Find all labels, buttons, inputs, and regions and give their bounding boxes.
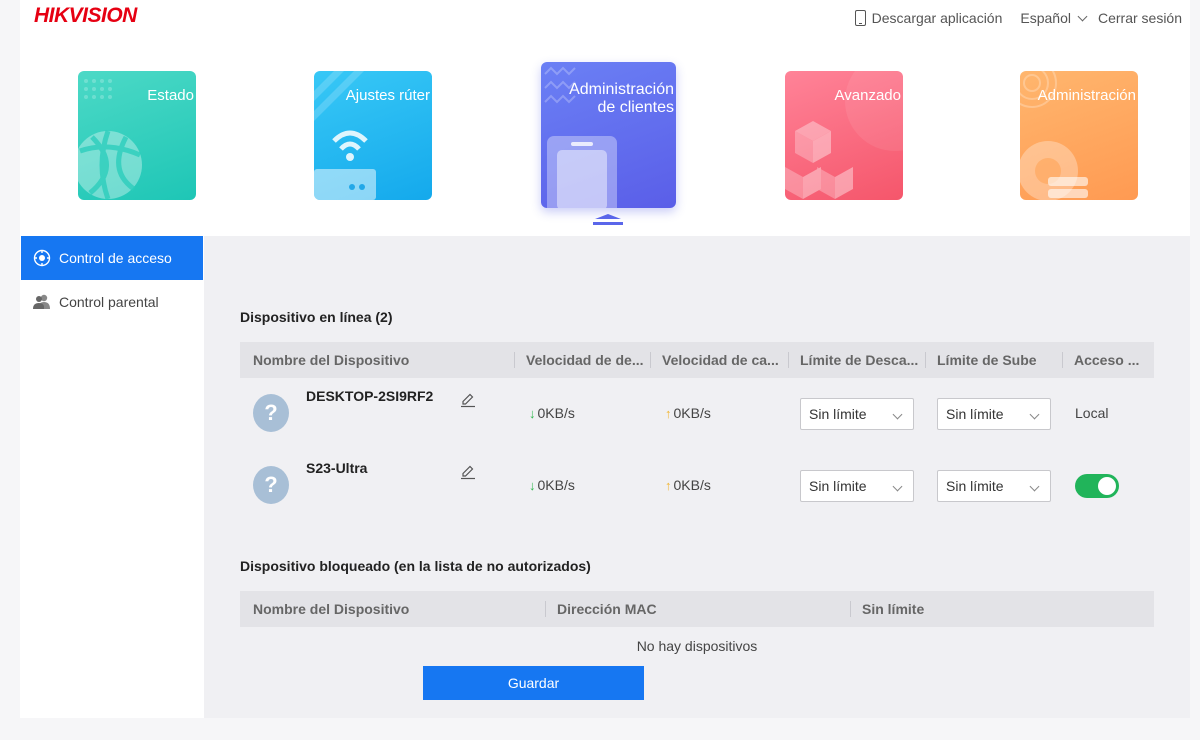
language-select[interactable]: Español bbox=[1020, 10, 1088, 26]
column-header: Sin límite bbox=[850, 591, 1154, 627]
upload-speed: ↑ 0KB/s bbox=[665, 405, 711, 421]
access-control-icon bbox=[33, 249, 51, 267]
tile-estado[interactable]: Estado bbox=[78, 71, 196, 200]
column-header: Nombre del Dispositivo bbox=[253, 601, 410, 617]
online-table-header: Nombre del Dispositivo Velocidad de de..… bbox=[240, 342, 1154, 378]
download-speed: ↓ 0KB/s bbox=[529, 405, 575, 421]
upload-speed: ↑ 0KB/s bbox=[665, 477, 711, 493]
column-header: Dirección MAC bbox=[545, 591, 850, 627]
tile-label: Administración bbox=[1037, 87, 1136, 104]
edit-pencil-icon[interactable] bbox=[460, 464, 476, 480]
tile-label: Avanzado bbox=[834, 87, 901, 104]
sidebar-item-label: Control parental bbox=[59, 294, 159, 310]
table-row: ? S23-Ultra ↓ 0KB/s ↑ 0KB/s Sin límite S… bbox=[240, 450, 1154, 522]
edit-pencil-icon[interactable] bbox=[460, 392, 476, 408]
language-label: Español bbox=[1020, 10, 1071, 26]
sidebar-item-control-parental[interactable]: Control parental bbox=[21, 280, 203, 324]
column-header: Velocidad de de... bbox=[514, 342, 650, 378]
sidebar-item-label: Control de acceso bbox=[59, 250, 172, 266]
upload-limit-select[interactable]: Sin límite bbox=[937, 398, 1051, 430]
download-app-label: Descargar aplicación bbox=[871, 10, 1003, 26]
parental-user-icon bbox=[33, 294, 50, 309]
arrow-down-icon: ↓ bbox=[529, 477, 536, 493]
tile-label: Estado bbox=[147, 87, 194, 104]
column-header: Límite de Sube bbox=[925, 342, 1062, 378]
logout-label: Cerrar sesión bbox=[1097, 10, 1182, 26]
chevron-down-icon bbox=[1029, 481, 1040, 492]
access-toggle[interactable] bbox=[1075, 474, 1119, 498]
top-links: Descargar aplicación Español Cerrar sesi… bbox=[854, 10, 1182, 26]
download-app-link[interactable]: Descargar aplicación bbox=[854, 10, 1003, 26]
unknown-device-icon: ? bbox=[253, 466, 289, 504]
blocked-table-header: Nombre del Dispositivo Dirección MAC Sin… bbox=[240, 591, 1154, 627]
router-admin-page: HIKVISION Descargar aplicación Español C… bbox=[20, 0, 1190, 718]
device-name: DESKTOP-2SI9RF2 bbox=[306, 388, 434, 404]
arrow-up-icon: ↑ bbox=[665, 405, 672, 421]
download-speed: ↓ 0KB/s bbox=[529, 477, 575, 493]
online-devices-title: Dispositivo en línea (2) bbox=[240, 309, 393, 325]
tile-ajustes-router[interactable]: Ajustes rúter bbox=[314, 71, 432, 200]
device-name: S23-Ultra bbox=[306, 460, 368, 476]
logout-link[interactable]: Cerrar sesión bbox=[1098, 10, 1182, 26]
tile-label: Administración de clientes bbox=[569, 81, 674, 116]
save-button[interactable]: Guardar bbox=[423, 666, 644, 700]
tile-avanzado[interactable]: Avanzado bbox=[785, 71, 903, 200]
tile-administracion[interactable]: Administración bbox=[1020, 71, 1138, 200]
column-header: Límite de Desca... bbox=[788, 342, 925, 378]
unknown-device-icon: ? bbox=[253, 394, 289, 432]
column-header: Velocidad de ca... bbox=[650, 342, 788, 378]
hikvision-logo: HIKVISION bbox=[34, 4, 137, 27]
arrow-up-icon: ↑ bbox=[665, 477, 672, 493]
phone-icon bbox=[854, 10, 866, 26]
main-panel: Dispositivo en línea (2) Nombre del Disp… bbox=[204, 236, 1190, 718]
chevron-down-icon bbox=[892, 481, 903, 492]
access-value: Local bbox=[1075, 405, 1109, 421]
tile-label: Ajustes rúter bbox=[345, 87, 430, 104]
chevron-down-icon bbox=[1029, 409, 1040, 420]
tile-administracion-clientes[interactable]: Administración de clientes bbox=[541, 62, 676, 208]
table-row: ? DESKTOP-2SI9RF2 ↓ 0KB/s ↑ 0KB/s Sin lí… bbox=[240, 378, 1154, 450]
download-limit-select[interactable]: Sin límite bbox=[800, 398, 914, 430]
download-limit-select[interactable]: Sin límite bbox=[800, 470, 914, 502]
chevron-down-icon bbox=[1077, 11, 1088, 21]
empty-state-text: No hay dispositivos bbox=[636, 638, 758, 654]
chevron-down-icon bbox=[892, 409, 903, 420]
blocked-devices-title: Dispositivo bloqueado (en la lista de no… bbox=[240, 558, 591, 574]
active-tile-indicator-icon bbox=[593, 214, 623, 225]
sidebar-item-control-acceso[interactable]: Control de acceso bbox=[21, 236, 203, 280]
sidebar: Control de acceso Control parental bbox=[20, 236, 204, 718]
column-header: Nombre del Dispositivo bbox=[253, 352, 410, 368]
column-header: Acceso ... bbox=[1062, 342, 1154, 378]
arrow-down-icon: ↓ bbox=[529, 405, 536, 421]
upload-limit-select[interactable]: Sin límite bbox=[937, 470, 1051, 502]
